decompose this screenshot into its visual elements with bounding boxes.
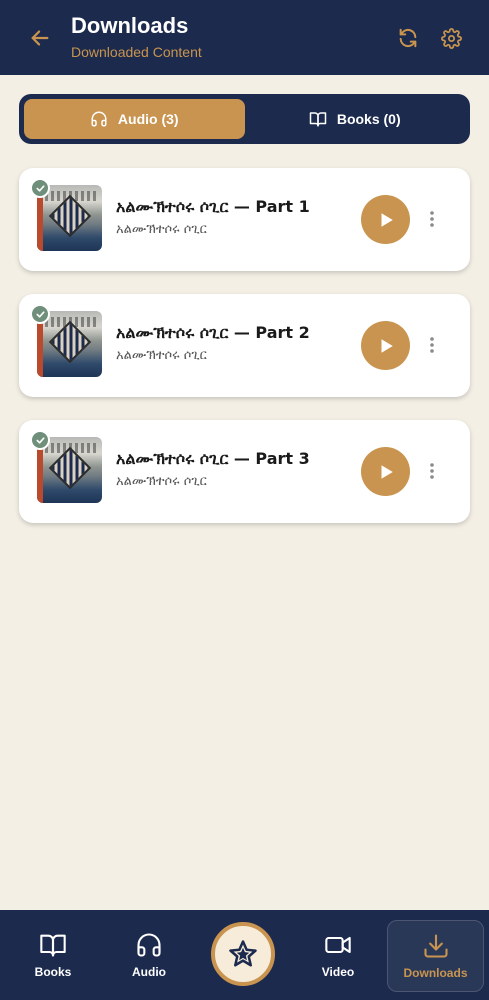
play-icon	[381, 464, 393, 479]
list-item[interactable]: አልሙኽተሶሩ ሶጊር — Part 2 አልሙኽተሶሩ ሶጊር	[19, 294, 470, 397]
nav-audio-label: Audio	[132, 965, 166, 979]
downloaded-check-icon	[30, 430, 50, 450]
more-options-button[interactable]	[423, 204, 441, 234]
play-icon	[381, 338, 393, 353]
list-item[interactable]: አልሙኽተሶሩ ሶጊር — Part 3 አልሙኽተሶሩ ሶጊር	[19, 420, 470, 523]
refresh-button[interactable]	[394, 24, 422, 52]
more-options-button[interactable]	[423, 456, 441, 486]
list-item[interactable]: አልሙኽተሶሩ ሶጊር — Part 1 አልሙኽተሶሩ ሶጊር	[19, 168, 470, 271]
tab-audio[interactable]: Audio (3)	[24, 99, 245, 139]
book-icon	[40, 934, 66, 957]
arrow-left-icon	[31, 30, 49, 46]
app-header: Downloads Downloaded Content	[0, 0, 489, 75]
item-title: አልሙኽተሶሩ ሶጊር — Part 3	[116, 449, 310, 468]
headphones-icon	[137, 933, 161, 957]
play-button[interactable]	[361, 195, 410, 244]
nav-video-label: Video	[321, 965, 355, 979]
download-icon	[423, 934, 448, 958]
downloaded-check-icon	[30, 304, 50, 324]
item-title: አልሙኽተሶሩ ሶጊር — Part 2	[116, 323, 310, 342]
content-type-tabs: Audio (3) Books (0)	[19, 94, 470, 144]
downloaded-check-icon	[30, 178, 50, 198]
more-vertical-icon	[430, 211, 434, 227]
play-icon	[381, 212, 393, 227]
gear-icon	[440, 27, 462, 49]
page-title: Downloads	[71, 13, 189, 38]
nav-audio[interactable]: Audio	[109, 910, 189, 1000]
center-star-button[interactable]	[211, 922, 275, 986]
item-subtitle: አልሙኽተሶሩ ሶጊር	[116, 222, 207, 237]
tab-audio-label: Audio (3)	[117, 111, 179, 127]
play-button[interactable]	[361, 321, 410, 370]
refresh-icon	[399, 28, 417, 48]
star-icon	[229, 940, 257, 967]
page-subtitle: Downloaded Content	[71, 44, 202, 60]
bottom-navigation: Books Audio Video Downloads	[0, 910, 489, 1000]
video-camera-icon	[325, 936, 351, 954]
play-button[interactable]	[361, 447, 410, 496]
back-button[interactable]	[26, 24, 54, 52]
nav-books[interactable]: Books	[13, 910, 93, 1000]
nav-downloads-label: Downloads	[403, 966, 468, 980]
nav-books-label: Books	[34, 965, 72, 979]
tab-books[interactable]: Books (0)	[245, 99, 466, 139]
book-icon	[309, 112, 327, 127]
tab-books-label: Books (0)	[336, 111, 401, 127]
more-vertical-icon	[430, 337, 434, 353]
settings-button[interactable]	[437, 24, 465, 52]
headphones-icon	[91, 111, 107, 127]
item-subtitle: አልሙኽተሶሩ ሶጊር	[116, 474, 207, 489]
item-title: አልሙኽተሶሩ ሶጊር — Part 1	[116, 197, 310, 216]
more-vertical-icon	[430, 463, 434, 479]
nav-video[interactable]: Video	[298, 910, 378, 1000]
nav-downloads[interactable]: Downloads	[387, 920, 484, 992]
item-subtitle: አልሙኽተሶሩ ሶጊር	[116, 348, 207, 363]
more-options-button[interactable]	[423, 330, 441, 360]
